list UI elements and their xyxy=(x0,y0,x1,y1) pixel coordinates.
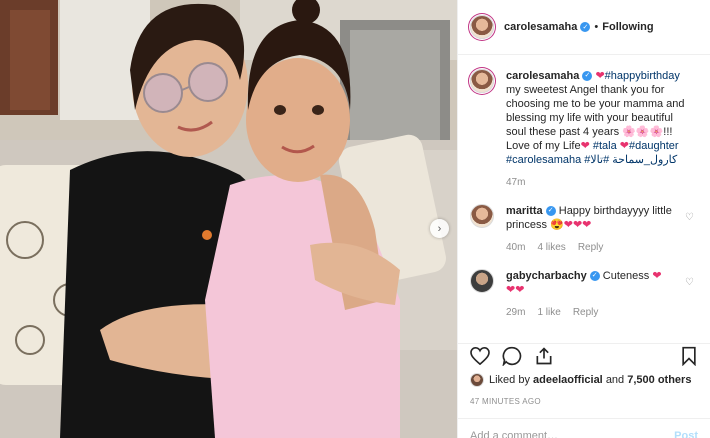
verified-badge-icon: ✓ xyxy=(580,22,591,32)
comment-meta: 29m 1 like Reply xyxy=(506,306,691,320)
comment-time[interactable]: 29m xyxy=(506,306,525,320)
comment-emoji: ❤ xyxy=(652,270,662,282)
flower-emoji: 🌸🌸🌸 xyxy=(622,126,664,138)
comment-likes[interactable]: 1 like xyxy=(537,306,560,320)
likes-others-link[interactable]: 7,500 others xyxy=(627,374,691,386)
heart-emoji: ❤ xyxy=(619,140,630,152)
small-heart-icon[interactable]: ♡ xyxy=(685,212,694,223)
post-photo: › xyxy=(0,0,457,438)
hashtag-link[interactable]: #happybirthday xyxy=(605,70,680,82)
likes-prefix: Liked by xyxy=(489,374,530,386)
author-avatar[interactable] xyxy=(470,15,494,39)
commenter-avatar[interactable] xyxy=(470,269,494,293)
comment-item: gabycharbachy ✓ Cuteness ❤ ❤❤ 29m 1 like … xyxy=(470,269,698,320)
hashtag-link[interactable]: #carolesamaha xyxy=(506,154,581,166)
add-comment-bar: Post xyxy=(458,418,710,438)
heart-emoji: ❤ xyxy=(595,70,605,82)
reply-button[interactable]: Reply xyxy=(573,306,599,320)
comment-item: maritta ✓ Happy birthdayyyy little prince… xyxy=(470,204,698,255)
post-side-panel: carolesamaha ✓ • Following carolesamaha ✓… xyxy=(457,0,710,438)
comment-username[interactable]: maritta xyxy=(506,205,543,217)
likes-summary: Liked by adeelaofficial and 7,500 others xyxy=(470,373,691,387)
comment-body: maritta ✓ Happy birthdayyyy little prince… xyxy=(506,204,691,255)
comment-username[interactable]: gabycharbachy xyxy=(506,270,587,282)
caption-username[interactable]: carolesamaha xyxy=(506,70,579,82)
caption-text: Love of my Life xyxy=(506,140,581,152)
verified-badge-icon: ✓ xyxy=(582,71,593,82)
separator-dot: • xyxy=(594,21,599,33)
hashtag-link[interactable]: #daughter xyxy=(629,140,679,152)
bookmark-icon[interactable] xyxy=(680,346,698,369)
post-header: carolesamaha ✓ • Following xyxy=(458,0,710,55)
heart-emoji: ❤ xyxy=(580,140,590,152)
liker-avatar[interactable] xyxy=(470,373,484,387)
comment-emoji: ❤❤ xyxy=(506,284,525,296)
reply-button[interactable]: Reply xyxy=(578,241,604,255)
caption-author-avatar[interactable] xyxy=(470,69,494,93)
share-icon[interactable] xyxy=(534,346,554,369)
comment-emoji: 😍❤❤❤ xyxy=(550,219,592,231)
caption-meta: 47m xyxy=(506,176,691,190)
post-timestamp[interactable]: 47 MINUTES AGO xyxy=(470,397,541,406)
comment-body: gabycharbachy ✓ Cuteness ❤ ❤❤ 29m 1 like … xyxy=(506,269,691,320)
caption-body: carolesamaha ✓ ❤#happybirthday my sweetes… xyxy=(506,69,691,190)
comment-input[interactable] xyxy=(470,430,675,438)
photo-illustration xyxy=(0,0,457,438)
caption-exclaim: !!! xyxy=(663,126,673,138)
comments-list[interactable]: carolesamaha ✓ ❤#happybirthday my sweetes… xyxy=(458,55,710,338)
hashtag-link[interactable]: #تالا xyxy=(590,154,609,166)
comment-bubble-icon[interactable] xyxy=(502,346,522,369)
verified-badge-icon: ✓ xyxy=(589,271,600,282)
post-comment-button[interactable]: Post xyxy=(674,430,698,438)
comment-meta: 40m 4 likes Reply xyxy=(506,241,691,255)
comment-time[interactable]: 40m xyxy=(506,241,525,255)
chevron-right-icon: › xyxy=(437,222,442,235)
comment-text: Cuteness xyxy=(602,270,650,282)
author-username[interactable]: carolesamaha xyxy=(504,21,577,33)
liker-username[interactable]: adeelaofficial xyxy=(533,374,603,386)
small-heart-icon[interactable]: ♡ xyxy=(685,277,694,288)
caption-time[interactable]: 47m xyxy=(506,176,525,190)
verified-badge-icon: ✓ xyxy=(545,206,556,217)
next-photo-button[interactable]: › xyxy=(430,219,449,238)
post-actions xyxy=(458,343,710,371)
commenter-avatar[interactable] xyxy=(470,204,494,228)
following-button[interactable]: Following xyxy=(602,21,653,33)
caption: carolesamaha ✓ ❤#happybirthday my sweetes… xyxy=(470,69,698,190)
comment-likes[interactable]: 4 likes xyxy=(537,241,565,255)
likes-and: and xyxy=(605,374,625,386)
hashtag-link[interactable]: #tala xyxy=(593,140,617,152)
heart-icon[interactable] xyxy=(470,346,490,368)
